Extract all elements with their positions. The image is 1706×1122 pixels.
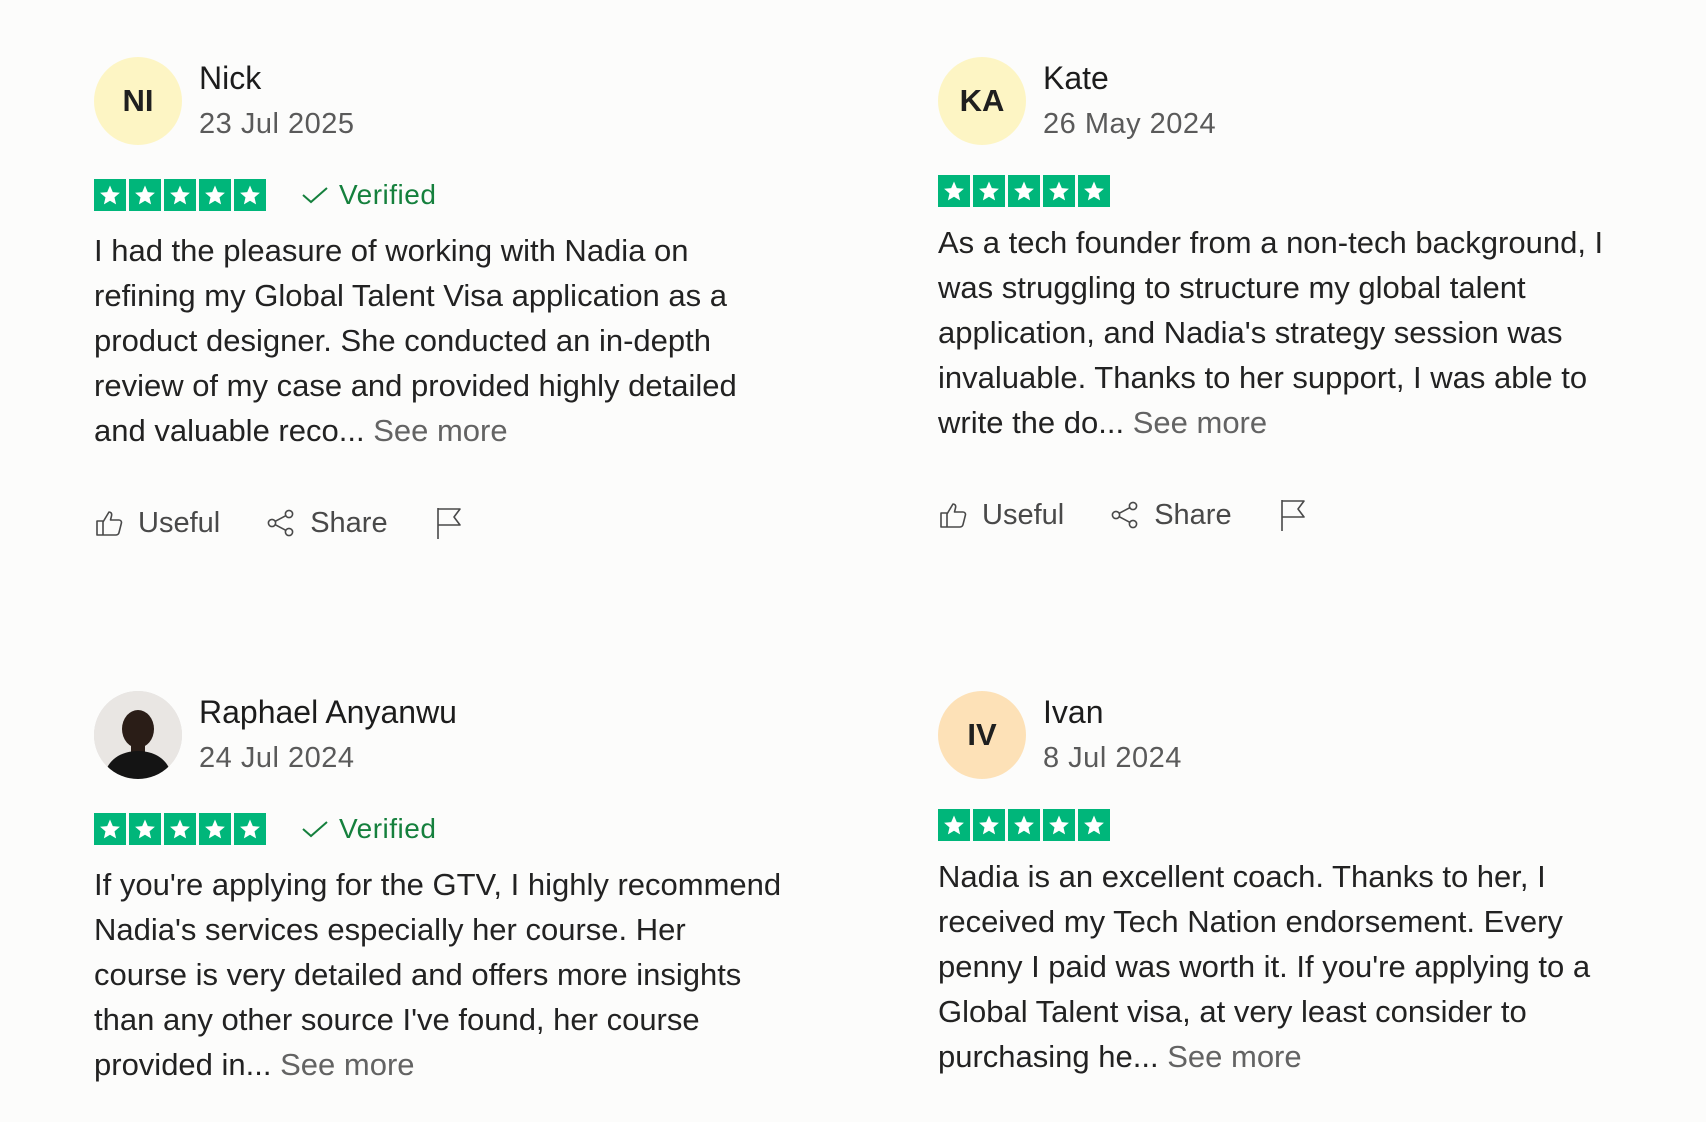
report-button[interactable]: [434, 506, 478, 540]
see-more-link[interactable]: See more: [373, 413, 507, 448]
star-icon: [199, 179, 231, 211]
star-icon: [129, 179, 161, 211]
review-header: Raphael Anyanwu 24 Jul 2024: [94, 690, 794, 780]
reviewer-info: Kate 26 May 2024: [1043, 57, 1216, 145]
reviewer-name[interactable]: Raphael Anyanwu: [199, 692, 457, 732]
review-text: Nadia is an excellent coach. Thanks to h…: [938, 854, 1628, 1079]
see-more-link[interactable]: See more: [1133, 405, 1267, 440]
star-icon: [1008, 175, 1040, 207]
star-icon: [164, 813, 196, 845]
reviewer-name[interactable]: Nick: [199, 58, 354, 98]
review-date: 24 Jul 2024: [199, 742, 355, 774]
star-rating: [94, 813, 266, 845]
useful-button[interactable]: Useful: [938, 499, 1064, 532]
star-rating: [94, 179, 266, 211]
reviewer-info: Raphael Anyanwu 24 Jul 2024: [199, 691, 457, 779]
reviewer-name[interactable]: Kate: [1043, 58, 1216, 98]
review-actions: Useful Share: [94, 503, 794, 543]
verified-badge[interactable]: Verified: [301, 179, 436, 211]
share-label: Share: [1154, 498, 1232, 531]
avatar-photo[interactable]: [94, 691, 182, 779]
avatar[interactable]: IV: [938, 691, 1026, 779]
review-header: NI Nick 23 Jul 2025: [94, 56, 794, 146]
review-card: NI Nick 23 Jul 2025 Verified I had the p…: [94, 56, 794, 543]
share-icon: [267, 509, 294, 537]
review-date: 26 May 2024: [1043, 108, 1217, 140]
useful-label: Useful: [982, 498, 1065, 531]
review-text: If you're applying for the GTV, I highly…: [94, 862, 784, 1087]
review-text: As a tech founder from a non-tech backgr…: [938, 220, 1628, 445]
star-icon: [973, 809, 1005, 841]
verified-label: Verified: [339, 179, 437, 210]
avatar[interactable]: KA: [938, 57, 1026, 145]
avatar[interactable]: NI: [94, 57, 182, 145]
verified-label: Verified: [339, 813, 437, 844]
star-icon: [1043, 175, 1075, 207]
star-icon: [234, 813, 266, 845]
rating-row: [938, 808, 1638, 842]
flag-icon: [436, 508, 461, 539]
star-icon: [973, 175, 1005, 207]
star-icon: [234, 179, 266, 211]
star-icon: [94, 813, 126, 845]
review-body: If you're applying for the GTV, I highly…: [94, 867, 782, 1082]
review-text: I had the pleasure of working with Nadia…: [94, 228, 784, 453]
star-icon: [1078, 809, 1110, 841]
review-date: 8 Jul 2024: [1043, 742, 1182, 774]
star-icon: [164, 179, 196, 211]
review-card: IV Ivan 8 Jul 2024 Nadia is an excellent…: [938, 690, 1638, 1079]
useful-button[interactable]: Useful: [94, 507, 220, 540]
review-card: KA Kate 26 May 2024 As a tech founder fr…: [938, 56, 1638, 535]
report-button[interactable]: [1278, 498, 1322, 532]
thumbs-up-icon: [940, 503, 967, 528]
rating-row: [938, 174, 1638, 208]
star-icon: [1043, 809, 1075, 841]
review-body: As a tech founder from a non-tech backgr…: [938, 225, 1604, 440]
review-actions: Useful Share: [938, 495, 1638, 535]
thumbs-up-icon: [96, 511, 123, 536]
share-button[interactable]: Share: [1110, 498, 1232, 532]
share-label: Share: [310, 506, 388, 539]
check-icon: [302, 187, 328, 204]
check-icon: [302, 821, 328, 838]
review-date: 23 Jul 2025: [199, 108, 355, 140]
star-rating: [938, 809, 1110, 841]
reviewer-info: Ivan 8 Jul 2024: [1043, 691, 1182, 779]
star-icon: [199, 813, 231, 845]
useful-label: Useful: [138, 506, 221, 539]
rating-row: Verified: [94, 812, 794, 846]
see-more-link[interactable]: See more: [1167, 1039, 1301, 1074]
see-more-link[interactable]: See more: [280, 1047, 414, 1082]
star-icon: [938, 175, 970, 207]
share-button[interactable]: Share: [266, 506, 388, 540]
star-icon: [94, 179, 126, 211]
reviewer-name[interactable]: Ivan: [1043, 692, 1182, 732]
rating-row: Verified: [94, 178, 794, 212]
star-icon: [938, 809, 970, 841]
verified-badge[interactable]: Verified: [301, 813, 436, 845]
flag-icon: [1280, 500, 1305, 531]
star-icon: [1078, 175, 1110, 207]
reviewer-info: Nick 23 Jul 2025: [199, 57, 354, 145]
profile-photo: [94, 691, 182, 779]
share-icon: [1111, 501, 1138, 529]
star-icon: [129, 813, 161, 845]
review-header: IV Ivan 8 Jul 2024: [938, 690, 1638, 780]
star-rating: [938, 175, 1110, 207]
star-icon: [1008, 809, 1040, 841]
review-header: KA Kate 26 May 2024: [938, 56, 1638, 146]
review-card: Raphael Anyanwu 24 Jul 2024 Verified If …: [94, 690, 794, 1087]
